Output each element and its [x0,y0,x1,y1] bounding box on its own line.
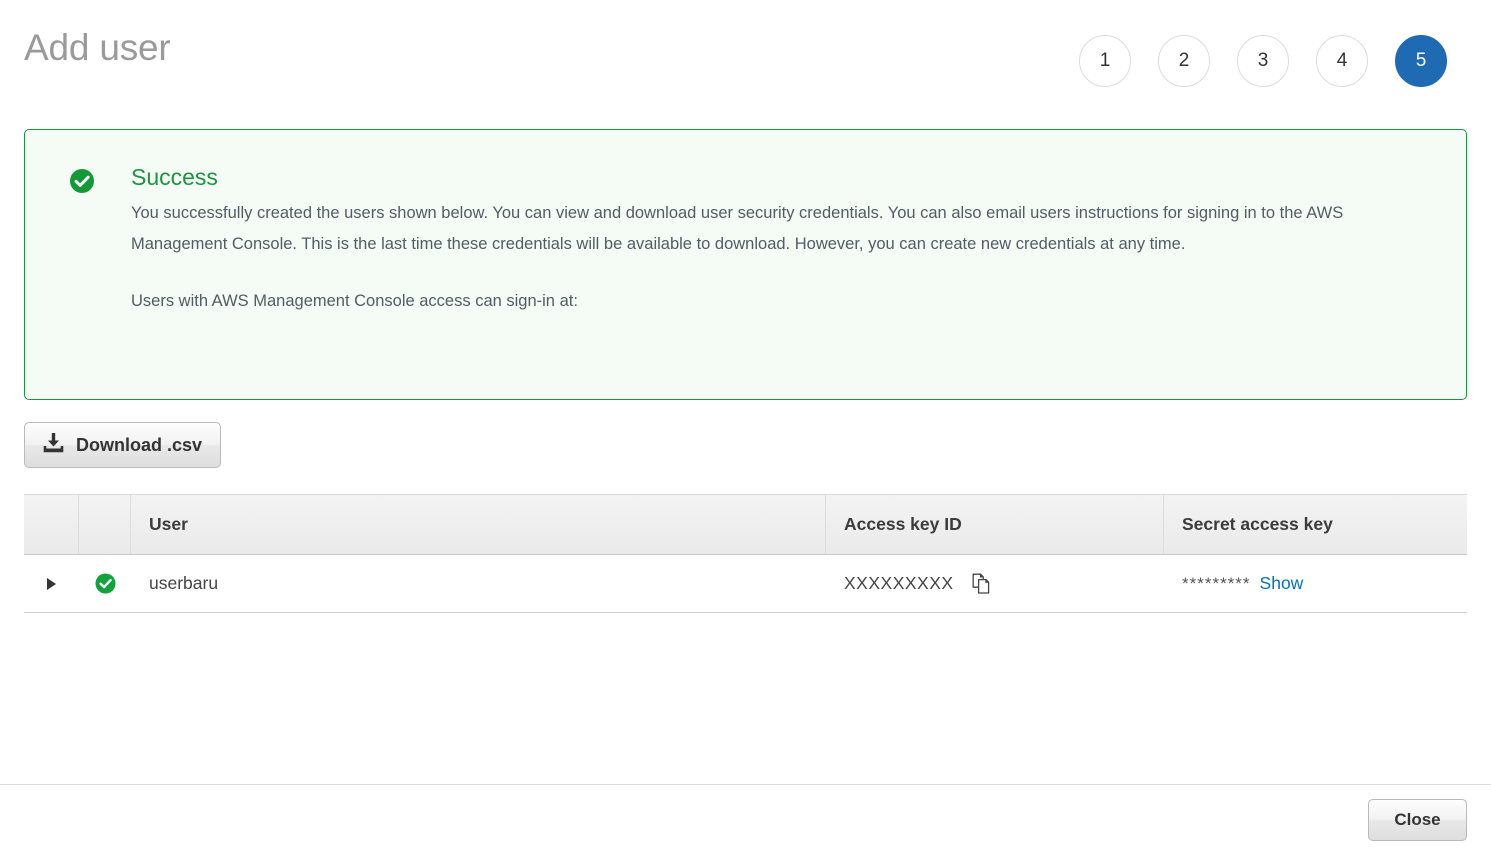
alert-paragraph-1: You successfully created the users shown… [131,204,1344,253]
download-csv-label: Download .csv [76,434,203,455]
cell-access-key-id: XXXXXXXXX [826,555,1164,612]
row-status-cell [79,555,131,612]
column-header-secret-access-key: Secret access key [1182,514,1333,534]
step-3[interactable]: 3 [1237,35,1289,87]
success-alert: Success You successfully created the use… [24,129,1467,400]
alert-paragraph-2: Users with AWS Management Console access… [131,292,578,310]
step-4[interactable]: 4 [1316,35,1368,87]
column-header-access-key-id: Access key ID [826,495,1164,554]
show-secret-link[interactable]: Show [1260,573,1304,594]
table-row: userbaru XXXXXXXXX ********* Show [24,555,1467,613]
download-csv-button[interactable]: Download .csv [24,422,222,468]
step-1[interactable]: 1 [1079,35,1131,87]
wizard-header: Add user 1 2 3 4 5 [0,0,1491,118]
check-circle-icon [95,573,116,594]
page-title: Add user [24,27,171,68]
secret-access-key-mask: ********* [1182,574,1251,593]
access-key-id-value: XXXXXXXXX [844,573,954,593]
download-icon [43,432,64,458]
close-button[interactable]: Close [1368,799,1467,841]
add-user-wizard: Add user 1 2 3 4 5 Success You successfu… [0,0,1491,851]
alert-title: Success [131,164,218,190]
table-header-row: User Access key ID Secret access key [24,494,1467,555]
triangle-right-icon[interactable] [47,577,56,590]
column-header-status [79,495,131,554]
footer-divider [0,784,1491,785]
alert-body: Success You successfully created the use… [131,162,1418,317]
column-header-user: User [131,495,826,554]
step-indicator: 1 2 3 4 5 [1079,35,1447,87]
credentials-table: User Access key ID Secret access key use… [24,494,1467,613]
cell-user: userbaru [149,573,219,593]
step-2[interactable]: 2 [1158,35,1210,87]
column-header-expand [24,495,79,554]
cell-secret-access-key: ********* Show [1164,555,1467,612]
step-5[interactable]: 5 [1395,35,1447,87]
check-circle-icon [69,168,95,194]
copy-icon[interactable] [972,573,992,595]
row-expand-cell[interactable] [24,555,79,612]
